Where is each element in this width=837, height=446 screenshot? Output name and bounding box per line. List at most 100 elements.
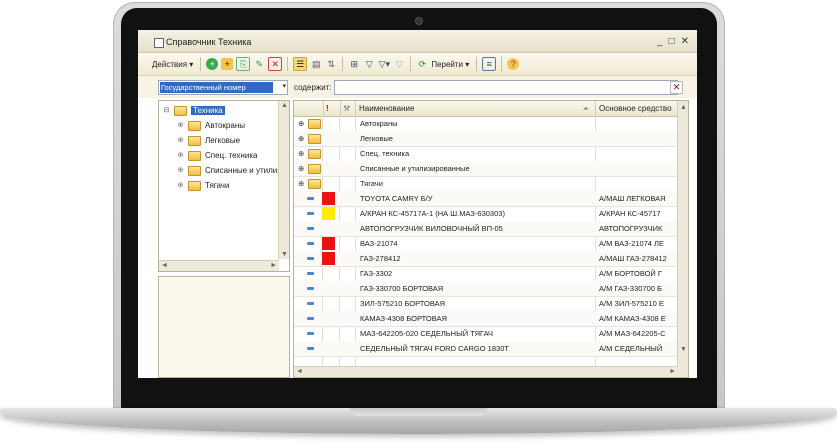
folder-row[interactable]: ⊕ Спец. техника: [294, 146, 678, 162]
tree-item[interactable]: ⊕ Спец. техника: [177, 148, 257, 163]
filter-icon[interactable]: ⊞: [348, 58, 360, 70]
table-row[interactable]: АВТОПОГРУЗЧИК ВИЛОВОЧНЫЙ ВП-05 АВТОПОГРУЗ…: [294, 221, 678, 237]
camera-icon: [416, 18, 422, 24]
item-name: ГАЗ-278412: [360, 254, 401, 263]
maximize-button[interactable]: □: [669, 36, 675, 47]
header-status-icon[interactable]: !: [323, 101, 341, 116]
table-row[interactable]: КАМАЗ-4308 БОРТОВАЯ А/М КАМАЗ-4308 Е: [294, 311, 678, 327]
status-mark: [322, 237, 335, 250]
expand-icon[interactable]: ⊕: [298, 131, 306, 146]
filter-field-value: Государственный номер: [160, 82, 273, 93]
toolbar-separator: [410, 57, 412, 71]
folder-row[interactable]: ⊕ Автокраны: [294, 116, 678, 132]
delete-icon[interactable]: ✕: [268, 57, 283, 71]
item-name: КАМАЗ-4308 БОРТОВАЯ: [360, 314, 447, 323]
header-asset[interactable]: Основное средство: [596, 101, 682, 116]
tree-item-label: Тягачи: [205, 181, 230, 190]
table-row[interactable]: ГАЗ-330700 БОРТОВАЯ А/М ГАЗ-330700 Б: [294, 281, 678, 297]
filter-list-icon[interactable]: ▽▾: [378, 58, 390, 70]
table-row[interactable]: А/КРАН КС-45717А-1 (НА Ш.МАЗ-630303) А/КР…: [294, 206, 678, 222]
expand-icon[interactable]: ⊕: [177, 182, 184, 189]
expand-icon[interactable]: ⊕: [298, 116, 306, 131]
toolbar-separator: [501, 57, 503, 71]
tree-item-label: Легковые: [205, 136, 241, 145]
folder-name: Спец. техника: [360, 149, 410, 158]
status-mark: [322, 207, 335, 220]
table-row[interactable]: МАЗ-642205-020 СЕДЕЛЬНЫЙ ТЯГАЧ А/М МАЗ-64…: [294, 326, 678, 342]
item-icon: [307, 302, 314, 305]
tree-item[interactable]: ⊕ Списанные и утилиз: [177, 163, 281, 178]
expand-icon[interactable]: ⊕: [177, 137, 184, 144]
expand-icon[interactable]: ⊕: [298, 146, 306, 161]
table-row[interactable]: TOYOTA CAMRY Б/У А/МАШ ЛЕГКОВАЯ: [294, 191, 678, 207]
expand-icon[interactable]: ⊕: [177, 122, 184, 129]
item-icon: [307, 212, 314, 215]
add-icon[interactable]: +: [206, 58, 219, 70]
goto-menu[interactable]: Перейти ▾: [431, 60, 469, 69]
folder-icon: [188, 180, 201, 191]
folder-icon: [308, 119, 321, 129]
folder-row[interactable]: ⊕ Легковые: [294, 131, 678, 147]
tree-item-label: Спец. техника: [205, 151, 258, 160]
folder-icon: [308, 149, 321, 159]
tree-horizontal-scrollbar[interactable]: ◄ ►: [159, 260, 279, 271]
laptop-notch: [350, 408, 487, 416]
table-vertical-scrollbar[interactable]: ▲ ▼: [677, 101, 688, 377]
collapse-icon[interactable]: ⊟: [163, 107, 170, 114]
copy-icon[interactable]: ⎘: [236, 57, 251, 71]
filter-value-input[interactable]: [334, 80, 678, 95]
expand-icon[interactable]: ⊕: [177, 152, 184, 159]
toolbar: Действия ▾ + + ⎘ ✎ ✕ ☰ ▤ ⇅ ⊞ ▽ ▽▾ ▽ ⟳ Пе…: [138, 53, 697, 76]
item-icon: [307, 242, 314, 245]
table-row[interactable]: ВАЗ-21074 А/М ВАЗ-21074 ЛЕ: [294, 236, 678, 252]
edit-icon[interactable]: ✎: [253, 58, 265, 70]
tree-item[interactable]: ⊕ Тягачи: [177, 178, 229, 193]
window-icon: [154, 38, 164, 48]
expand-icon[interactable]: ⊕: [298, 161, 306, 176]
help-icon[interactable]: ?: [507, 58, 520, 70]
item-name: TOYOTA CAMRY Б/У: [360, 194, 433, 203]
table-row[interactable]: ЗИЛ-575210 БОРТОВАЯ А/М ЗИЛ-575210 Е: [294, 296, 678, 312]
tree-item[interactable]: ⊕ Автокраны: [177, 118, 245, 133]
folder-icon: [188, 150, 201, 161]
table-horizontal-scrollbar[interactable]: ◄ ►: [294, 366, 678, 377]
add-folder-icon[interactable]: +: [221, 58, 234, 70]
table-row[interactable]: СЕДЕЛЬНЫЙ ТЯГАЧ FORD CARGO 1830T А/М СЕДЕ…: [294, 341, 678, 357]
item-name: СЕДЕЛЬНЫЙ ТЯГАЧ FORD CARGO 1830T: [360, 344, 509, 353]
tree-item[interactable]: ⊕ Легковые: [177, 133, 240, 148]
folder-row[interactable]: ⊕ Тягачи: [294, 176, 678, 192]
minimize-button[interactable]: _: [657, 36, 663, 47]
toolbar-separator: [342, 57, 344, 71]
list-icon[interactable]: ▤: [310, 58, 322, 70]
filter-field-select[interactable]: Государственный номер ▾: [158, 80, 288, 95]
item-asset: АВТОПОГРУЗЧИК: [599, 224, 663, 233]
folder-row[interactable]: ⊕ Списанные и утилизированные: [294, 161, 678, 177]
tree-icon[interactable]: ☰: [293, 57, 308, 71]
toolbar-separator: [200, 57, 202, 71]
folder-name: Автокраны: [360, 119, 398, 128]
actions-menu[interactable]: Действия ▾: [152, 60, 193, 69]
folder-icon: [308, 134, 321, 144]
clear-filter-button[interactable]: ✕: [670, 81, 683, 94]
tree-vertical-scrollbar[interactable]: ▲ ▼: [278, 101, 289, 259]
close-button[interactable]: ✕: [681, 36, 689, 47]
expand-icon[interactable]: ⊕: [298, 176, 306, 191]
report-icon[interactable]: ≡: [482, 57, 497, 71]
header-wrench-icon[interactable]: ⚒: [340, 101, 356, 116]
refresh-icon[interactable]: ⟳: [416, 58, 428, 70]
item-asset: А/М ВАЗ-21074 ЛЕ: [599, 239, 664, 248]
item-asset: А/М ГАЗ-330700 Б: [599, 284, 662, 293]
filter-clear-icon[interactable]: ▽: [393, 58, 405, 70]
contains-label: содержит:: [294, 83, 332, 92]
item-name: ГАЗ-3302: [360, 269, 393, 278]
filter-apply-icon[interactable]: ▽: [363, 58, 375, 70]
tree-lower-panel: [158, 276, 290, 378]
header-name[interactable]: Наименование ⏶: [356, 101, 596, 116]
tree-root[interactable]: ⊟ Техника: [163, 103, 225, 118]
table-row[interactable]: ГАЗ-278412 А/МАШ ГАЗ-278412: [294, 251, 678, 267]
hierarchy-icon[interactable]: ⇅: [325, 58, 337, 70]
table-row[interactable]: ГАЗ-3302 А/М БОРТОВОЙ Г: [294, 266, 678, 282]
tree-item-label: Автокраны: [205, 121, 245, 130]
toolbar-separator: [476, 57, 478, 71]
expand-icon[interactable]: ⊕: [177, 167, 184, 174]
